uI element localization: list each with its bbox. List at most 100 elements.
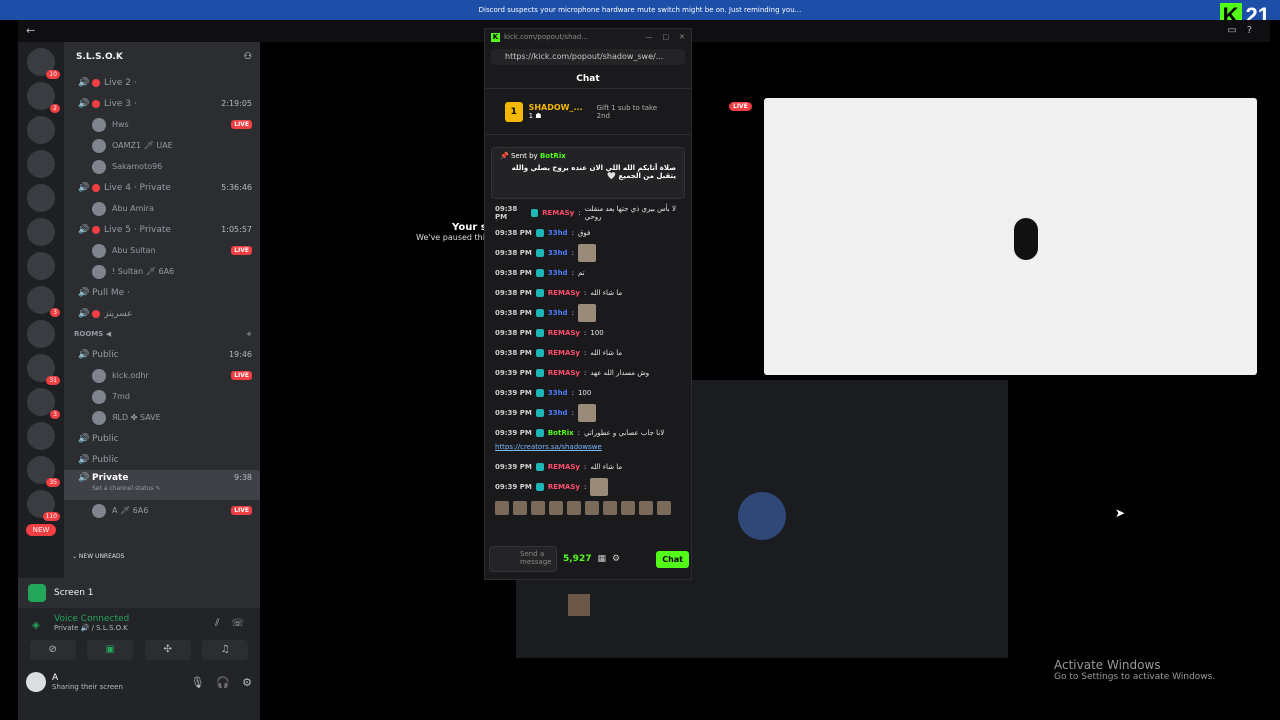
voice-member[interactable]: ! Sultan 🗡 6A6 [64, 261, 260, 282]
voice-member[interactable]: OAMZ1 🗡 UAE [64, 135, 260, 156]
voice-member[interactable]: kick.odhr LIVE [64, 365, 260, 386]
screenshare-button[interactable]: ▣ [87, 640, 134, 660]
voice-member[interactable]: Abu Sultan LIVE [64, 240, 260, 261]
minimize-icon[interactable]: — [646, 33, 653, 41]
user-name: A [52, 673, 59, 683]
user-avatar[interactable] [26, 672, 46, 692]
emote-icon[interactable] [585, 501, 599, 515]
emote-icon[interactable] [549, 501, 563, 515]
server-icon[interactable] [27, 184, 55, 212]
message-user[interactable]: BotRix [548, 429, 574, 437]
pinned-author[interactable]: BotRix [540, 152, 566, 160]
message-user[interactable]: 33hd [548, 249, 568, 257]
camera-off-button[interactable]: ⊘ [29, 640, 76, 660]
voice-channel[interactable]: 🔊 Public [64, 449, 260, 470]
server-icon[interactable] [27, 150, 55, 178]
message-input[interactable]: Send a message [489, 546, 557, 572]
voice-member[interactable]: ЯLD ✤ SAVE [64, 407, 260, 428]
member-name: ЯLD ✤ SAVE [112, 413, 161, 422]
voice-channel[interactable]: 🔊 Private Set a channel status ✎ 9:38 [64, 470, 260, 500]
channel-name: Pull Me · [92, 287, 130, 298]
add-member-icon[interactable]: ⚇ [244, 52, 252, 62]
channel-name: Live 5 · Private [104, 224, 171, 235]
voice-channel[interactable]: 🔊 عسرينز [64, 303, 260, 324]
emote-icon[interactable] [567, 501, 581, 515]
message-user[interactable]: 33hd [548, 229, 568, 237]
new-unreads-pill[interactable]: ⌄ NEW UNREADS [66, 552, 131, 561]
voice-channel[interactable]: 🔊 Public 19:46 [64, 344, 260, 365]
activities-button[interactable]: ✣ [144, 640, 191, 660]
user-badge-icon [535, 349, 544, 357]
channel-status[interactable]: Set a channel status ✎ [92, 485, 234, 492]
stream-tile-1[interactable] [764, 98, 1257, 375]
server-icon[interactable]: 2 [27, 82, 60, 113]
chat-link[interactable]: https://creators.sa/shadowswe [485, 443, 691, 457]
speaker-icon: 🔊 [78, 98, 90, 109]
message-user[interactable]: REMASy [548, 463, 580, 471]
leader-name[interactable]: SHADOW_... [529, 103, 583, 112]
server-header[interactable]: S.L.S.O.K ⚇ [64, 42, 260, 72]
message-user[interactable]: REMASy [548, 349, 580, 357]
server-icon[interactable] [27, 320, 55, 348]
voice-member[interactable]: 7md [64, 386, 260, 407]
channel-points[interactable]: 5,927 [563, 554, 591, 564]
help-icon[interactable]: ? [1247, 25, 1252, 36]
add-channel-icon[interactable]: + [246, 330, 252, 338]
emote-icon[interactable] [495, 501, 509, 515]
chat-send-button[interactable]: Chat [656, 550, 689, 568]
voice-member[interactable]: Sakamoto96 [64, 156, 260, 177]
server-icon[interactable]: 31 [27, 354, 60, 385]
server-icon[interactable] [27, 252, 55, 280]
emote-icon[interactable] [639, 501, 653, 515]
server-icon[interactable]: 35 [27, 456, 60, 487]
settings-gear-icon[interactable]: ⚙ [242, 676, 252, 689]
server-icon[interactable]: 3 [27, 388, 60, 419]
server-icon[interactable] [27, 422, 55, 450]
message-user[interactable]: REMASy [548, 369, 580, 377]
disconnect-icon[interactable]: ☏ [231, 618, 244, 629]
message-user[interactable]: 33hd [548, 389, 568, 397]
message-user[interactable]: 33hd [548, 409, 568, 417]
emote-icon[interactable] [657, 501, 671, 515]
server-icon[interactable] [27, 218, 55, 246]
voice-member[interactable]: Hws LIVE [64, 114, 260, 135]
voice-channel[interactable]: 🔊 Live 4 · Private 5:36:46 [64, 177, 260, 198]
mic-icon[interactable]: 🎙 [190, 676, 204, 689]
server-icon[interactable]: 3 [27, 286, 60, 317]
server-icon[interactable] [27, 116, 55, 144]
emote-icon[interactable] [621, 501, 635, 515]
voice-channel[interactable]: 🔊 Pull Me · [64, 282, 260, 303]
message-user[interactable]: REMASy [548, 483, 580, 491]
voice-member[interactable]: A 🗡 6A6 LIVE [64, 500, 260, 521]
message-user[interactable]: REMASy [542, 209, 574, 217]
voice-channel[interactable]: 🔊 Live 2 · [64, 72, 260, 93]
voice-channel[interactable]: 🔊 Live 3 · 2:19:05 [64, 93, 260, 114]
category-header[interactable]: ROOMS ◀ + [64, 324, 260, 344]
store-icon[interactable]: ▦ [597, 554, 606, 564]
message-user[interactable]: REMASy [548, 289, 580, 297]
server-icon[interactable]: 10 [27, 48, 60, 79]
headphones-icon[interactable]: 🎧 [216, 676, 230, 689]
voice-channel[interactable]: 🔊 Live 5 · Private 1:05:57 [64, 219, 260, 240]
emote-icon[interactable] [603, 501, 617, 515]
soundboard-button[interactable]: ♫ [202, 640, 249, 660]
voice-member[interactable]: Abu Amira [64, 198, 260, 219]
screen-share-row[interactable]: Screen 1 [18, 578, 260, 608]
inbox-icon[interactable]: ▭ [1227, 25, 1236, 36]
url-bar[interactable]: https://kick.com/popout/shadow_swe/... [491, 49, 685, 65]
emote-icon[interactable] [531, 501, 545, 515]
noise-suppression-icon[interactable]: ⫽ [215, 618, 219, 629]
message-user[interactable]: 33hd [548, 309, 568, 317]
chat-settings-icon[interactable]: ⚙ [612, 554, 620, 564]
maximize-icon[interactable]: □ [663, 33, 670, 41]
server-icon[interactable]: 110 [27, 490, 60, 521]
new-server-badge[interactable]: NEW [26, 524, 56, 536]
back-arrow-icon[interactable]: ← [26, 24, 35, 37]
message-user[interactable]: 33hd [548, 269, 568, 277]
activate-windows-watermark: Activate Windows Go to Settings to activ… [1054, 658, 1215, 682]
emote-icon[interactable] [513, 501, 527, 515]
message-user[interactable]: REMASy [548, 329, 580, 337]
speaker-icon: 🔊 [78, 454, 90, 465]
close-icon[interactable]: ✕ [679, 33, 685, 41]
voice-channel[interactable]: 🔊 Public [64, 428, 260, 449]
